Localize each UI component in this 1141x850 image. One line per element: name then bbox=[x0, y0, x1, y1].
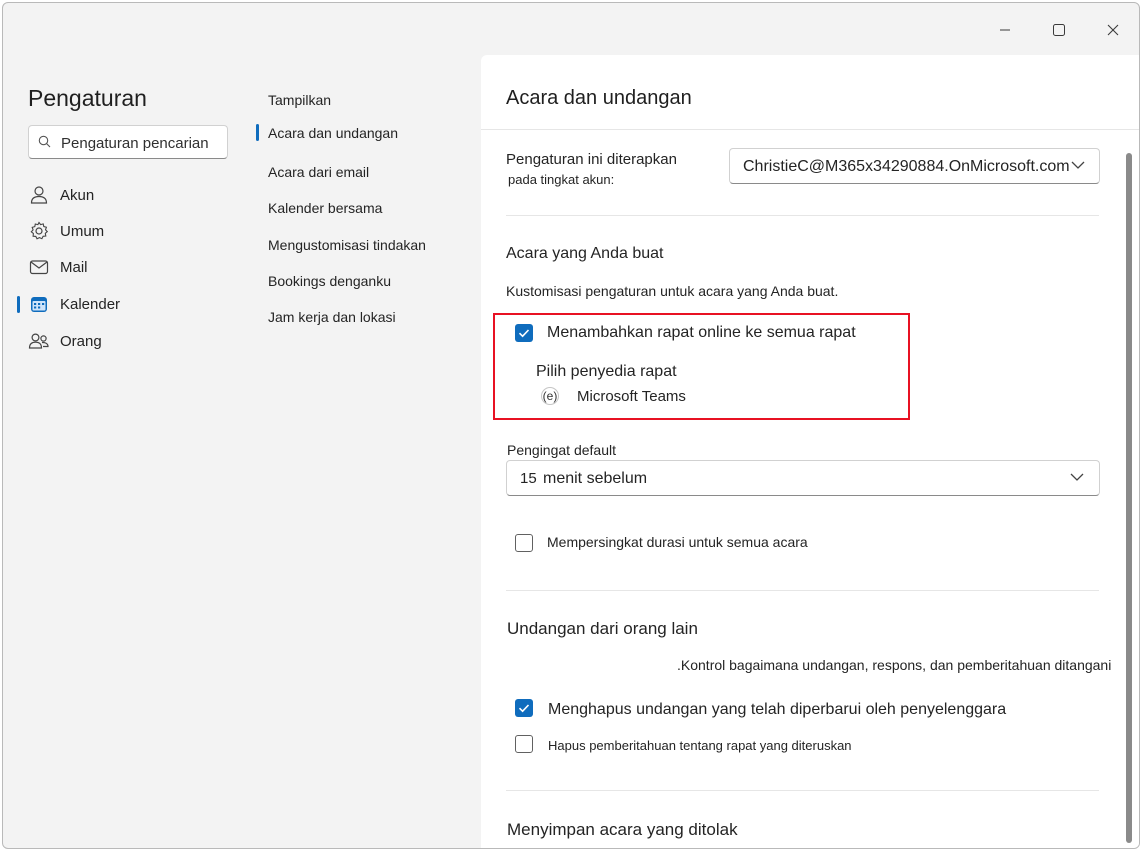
delete-updated-invites-label: Menghapus undangan yang telah diperbarui… bbox=[548, 701, 1007, 718]
apply-scope-label: Pengaturan ini diterapkan bbox=[506, 151, 677, 168]
add-online-meeting-checkbox[interactable] bbox=[515, 324, 533, 342]
close-button[interactable] bbox=[1095, 15, 1131, 45]
subnav-item-tampilkan[interactable]: Tampilkan bbox=[268, 92, 331, 108]
minimize-icon bbox=[1000, 29, 1010, 31]
reminder-unit: menit sebelum bbox=[543, 470, 648, 487]
delete-forward-notifications-checkbox[interactable] bbox=[515, 735, 533, 753]
section-title-invitations: Undangan dari orang lain bbox=[507, 619, 698, 638]
maximize-icon bbox=[1053, 24, 1065, 36]
settings-nav: Pengaturan Pengaturan pencarian Akun Umu… bbox=[3, 55, 253, 848]
nav-item-umum[interactable]: Umum bbox=[13, 215, 245, 247]
section-desc-invitations: .Kontrol bagaimana undangan, respons, da… bbox=[677, 657, 1112, 673]
delete-forward-notifications-label: Hapus pemberitahuan tentang rapat yang d… bbox=[548, 738, 852, 753]
nav-item-kalender[interactable]: Kalender bbox=[13, 288, 245, 320]
nav-item-mail[interactable]: Mail bbox=[13, 251, 245, 283]
reminder-number: 15 bbox=[520, 470, 537, 487]
maximize-button[interactable] bbox=[1041, 15, 1077, 45]
apply-scope-sublabel: pada tingkat akun: bbox=[508, 172, 615, 187]
mail-icon bbox=[28, 256, 50, 278]
meeting-provider-value: Microsoft Teams bbox=[577, 388, 686, 405]
nav-item-label: Akun bbox=[60, 186, 95, 204]
search-icon bbox=[38, 135, 51, 148]
default-reminder-select[interactable]: 15 menit sebelum bbox=[506, 460, 1100, 496]
account-select[interactable]: ChristieC@M365x34290884.OnMicrosoft.com bbox=[729, 148, 1100, 184]
nav-item-label: Umum bbox=[60, 222, 105, 240]
nav-item-label: Orang bbox=[60, 332, 102, 350]
add-online-meeting-label: Menambahkan rapat online ke semua rapat bbox=[547, 324, 856, 341]
active-subnav-indicator bbox=[256, 124, 259, 141]
nav-item-label: Mail bbox=[60, 258, 88, 276]
chevron-down-icon bbox=[1071, 161, 1085, 169]
calendar-subnav: Tampilkan Acara dan undangan Acara dari … bbox=[255, 55, 481, 848]
title-bar bbox=[3, 3, 1139, 55]
settings-title: Pengaturan bbox=[28, 85, 147, 111]
checkmark-icon bbox=[518, 704, 530, 713]
subnav-item-jam-kerja-dan-lokasi[interactable]: Jam kerja dan lokasi bbox=[268, 309, 396, 325]
nav-item-orang[interactable]: Orang bbox=[13, 325, 245, 357]
shorten-duration-label: Mempersingkat durasi untuk semua acara bbox=[547, 534, 808, 550]
shorten-duration-checkbox[interactable] bbox=[515, 534, 533, 552]
section-title-declined-events: Menyimpan acara yang ditolak bbox=[507, 820, 738, 839]
page-title: Acara dan undangan bbox=[506, 87, 692, 109]
subnav-item-acara-dari-email[interactable]: Acara dari email bbox=[268, 164, 369, 180]
section-divider bbox=[506, 590, 1099, 591]
close-icon bbox=[1107, 24, 1119, 36]
people-icon bbox=[28, 330, 50, 352]
account-select-value: ChristieC@M365x34290884.OnMicrosoft.com bbox=[743, 158, 1070, 175]
subnav-item-mengustomisasi-tindakan[interactable]: Mengustomisasi tindakan bbox=[268, 237, 426, 253]
meeting-provider-label: Pilih penyedia rapat bbox=[536, 363, 677, 380]
subnav-item-bookings-denganku[interactable]: Bookings denganku bbox=[268, 273, 391, 289]
nav-item-akun[interactable]: Akun bbox=[13, 179, 245, 211]
minimize-button[interactable] bbox=[987, 15, 1023, 45]
section-divider bbox=[506, 790, 1099, 791]
nav-item-label: Kalender bbox=[60, 295, 121, 313]
header-divider bbox=[481, 129, 1139, 130]
subnav-item-kalender-bersama[interactable]: Kalender bersama bbox=[268, 200, 382, 216]
gear-icon bbox=[28, 220, 50, 242]
meeting-provider-radio[interactable]: (e) bbox=[541, 387, 559, 405]
checkmark-icon bbox=[518, 329, 530, 338]
settings-content: Acara dan undangan Pengaturan ini ditera… bbox=[481, 55, 1139, 848]
vertical-scrollbar[interactable] bbox=[1126, 153, 1132, 843]
settings-window: Pengaturan Pengaturan pencarian Akun Umu… bbox=[2, 2, 1140, 849]
section-title-own-events: Acara yang Anda buat bbox=[506, 245, 664, 262]
calendar-icon bbox=[28, 293, 50, 315]
chevron-down-icon bbox=[1070, 473, 1084, 481]
section-desc-own-events: Kustomisasi pengaturan untuk acara yang … bbox=[506, 283, 839, 299]
search-input[interactable]: Pengaturan pencarian bbox=[28, 125, 228, 159]
delete-updated-invites-checkbox[interactable] bbox=[515, 699, 533, 717]
default-reminder-label: Pengingat default bbox=[507, 442, 616, 458]
person-icon bbox=[28, 184, 50, 206]
section-divider bbox=[506, 215, 1099, 216]
search-placeholder: Pengaturan pencarian bbox=[61, 135, 209, 152]
subnav-item-acara-dan-undangan[interactable]: Acara dan undangan bbox=[268, 125, 398, 141]
